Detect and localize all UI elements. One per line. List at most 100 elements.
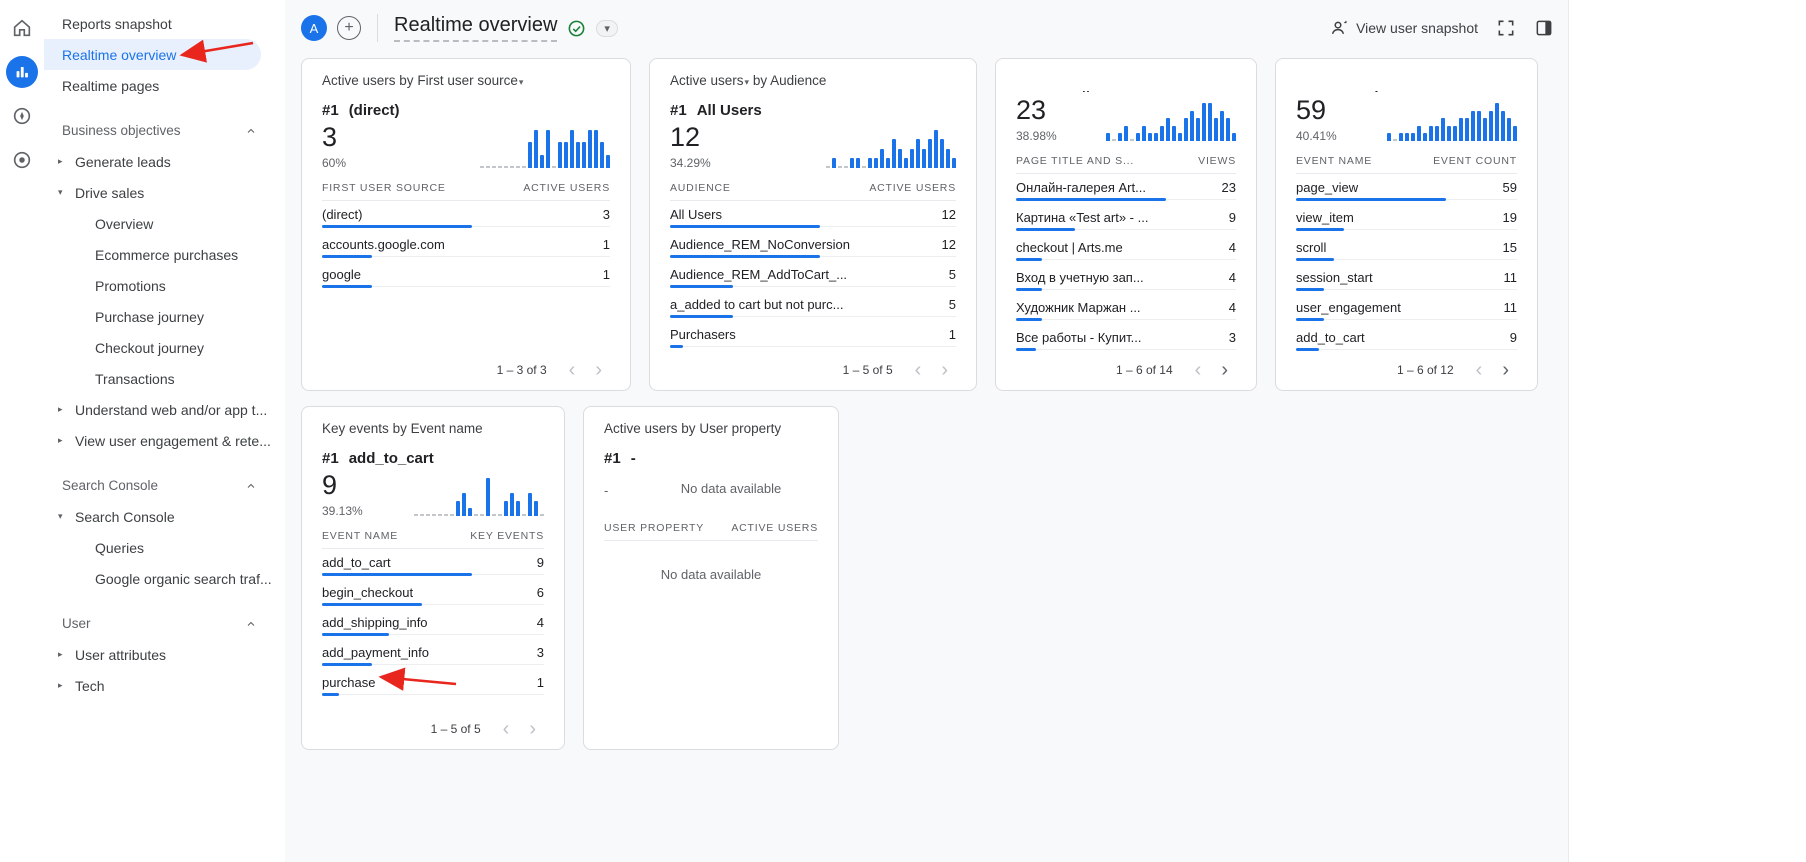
- table-row[interactable]: All Users12: [670, 201, 956, 231]
- table-row[interactable]: google1: [322, 261, 610, 291]
- table-row[interactable]: view_item19: [1296, 204, 1517, 234]
- table-row[interactable]: begin_checkout6: [322, 579, 544, 609]
- metric-link[interactable]: Active users: [604, 421, 678, 436]
- sidebar-item-transactions[interactable]: Transactions: [44, 363, 285, 394]
- prev-page-icon[interactable]: ‹: [561, 360, 584, 380]
- chevron-up-icon[interactable]: [245, 125, 257, 137]
- metric-link[interactable]: Active users: [322, 73, 396, 88]
- rank-label: #1: [1296, 89, 1313, 92]
- app-icon-rail: [0, 0, 44, 862]
- table-row[interactable]: Все работы - Купит...3: [1016, 324, 1236, 354]
- sparkline-chart: [388, 130, 610, 168]
- prev-page-icon[interactable]: ‹: [495, 719, 518, 739]
- table-row[interactable]: (direct)3: [322, 201, 610, 231]
- metric-link[interactable]: Active users: [670, 73, 744, 88]
- table-row-purchase[interactable]: purchase1: [322, 669, 544, 699]
- dimension-link[interactable]: Page title and screen name: [1074, 73, 1236, 75]
- chevron-up-icon[interactable]: [245, 618, 257, 630]
- table-header: EVENT NAMEEVENT COUNT: [1296, 143, 1517, 174]
- sidebar-item-user-engagement-retention[interactable]: ▸View user engagement & rete...: [44, 425, 285, 456]
- rank-label: #1: [1016, 89, 1033, 92]
- dimension-link[interactable]: Event name: [411, 421, 483, 436]
- metric-link[interactable]: Event count: [1296, 73, 1367, 75]
- dimension-link[interactable]: User property: [699, 421, 781, 436]
- explore-icon[interactable]: [6, 100, 38, 132]
- next-page-icon[interactable]: ›: [521, 719, 544, 739]
- table-row[interactable]: Художник Маржан ...4: [1016, 294, 1236, 324]
- dimension-link[interactable]: Audience: [770, 73, 826, 88]
- chevron-down-icon[interactable]: ▾: [519, 77, 524, 87]
- sidebar-item-checkout-journey[interactable]: Checkout journey: [44, 332, 285, 363]
- sidebar-item-realtime-pages[interactable]: Realtime pages: [44, 70, 285, 101]
- add-comparison-button[interactable]: +: [337, 16, 361, 40]
- chevron-down-icon[interactable]: ▾: [596, 20, 618, 37]
- table-row[interactable]: session_start11: [1296, 264, 1517, 294]
- fullscreen-icon[interactable]: [1496, 18, 1516, 38]
- section-label: User: [62, 616, 91, 631]
- sidebar-item-search-console[interactable]: ▾Search Console: [44, 501, 285, 532]
- table-row[interactable]: Purchasers1: [670, 321, 956, 351]
- sidebar-item-user-attributes[interactable]: ▸User attributes: [44, 639, 285, 670]
- sidebar-item-google-organic-search[interactable]: Google organic search traf...: [44, 563, 285, 594]
- chevron-right-icon: ▸: [58, 156, 75, 167]
- by-label: by: [681, 421, 695, 436]
- advertising-icon[interactable]: [6, 144, 38, 176]
- avatar[interactable]: A: [301, 15, 327, 41]
- sidebar-item-realtime-overview[interactable]: Realtime overview: [44, 39, 261, 70]
- table-row[interactable]: add_to_cart9: [322, 549, 544, 579]
- prev-page-icon[interactable]: ‹: [1468, 360, 1491, 380]
- prev-page-icon[interactable]: ‹: [907, 360, 930, 380]
- metric-link[interactable]: Key events: [322, 421, 389, 436]
- sidebar-item-reports-snapshot[interactable]: Reports snapshot: [44, 8, 285, 39]
- table-row[interactable]: user_engagement11: [1296, 294, 1517, 324]
- table-row[interactable]: Онлайн-галерея Art...23: [1016, 174, 1236, 204]
- reports-icon[interactable]: [6, 56, 38, 88]
- table-row[interactable]: page_view59: [1296, 174, 1517, 204]
- sidebar-item-drive-sales[interactable]: ▾Drive sales: [44, 177, 285, 208]
- sidebar-item-promotions[interactable]: Promotions: [44, 270, 285, 301]
- sidebar-item-understand-web-app[interactable]: ▸Understand web and/or app t...: [44, 394, 285, 425]
- table-row[interactable]: a_added to cart but not purc...5: [670, 291, 956, 321]
- dimension-link[interactable]: Event name: [1389, 73, 1461, 75]
- by-label: by: [399, 73, 413, 88]
- table-row[interactable]: add_shipping_info4: [322, 609, 544, 639]
- next-page-icon[interactable]: ›: [1494, 360, 1517, 380]
- pagination: 1 – 3 of 3‹›: [322, 354, 610, 380]
- next-page-icon[interactable]: ›: [933, 360, 956, 380]
- sidebar-item-overview[interactable]: Overview: [44, 208, 285, 239]
- sidebar-section-search-console[interactable]: Search Console: [44, 470, 285, 501]
- home-icon[interactable]: [6, 12, 38, 44]
- table-row[interactable]: checkout | Arts.me4: [1016, 234, 1236, 264]
- next-page-icon[interactable]: ›: [587, 360, 610, 380]
- table-row[interactable]: add_to_cart9: [1296, 324, 1517, 354]
- next-page-icon[interactable]: ›: [1213, 360, 1236, 380]
- metric-link[interactable]: Views: [1016, 73, 1052, 75]
- table-row[interactable]: Картина «Test art» - ...9: [1016, 204, 1236, 234]
- chevron-up-icon[interactable]: [245, 480, 257, 492]
- cards-area: Active users by First user source▾ #1(di…: [285, 56, 1568, 765]
- row-bar: [322, 663, 372, 666]
- table-row[interactable]: add_payment_info3: [322, 639, 544, 669]
- row-bar: [1296, 258, 1334, 261]
- sidebar-item-tech[interactable]: ▸Tech: [44, 670, 285, 701]
- dimension-link[interactable]: First user source: [417, 73, 518, 88]
- table-header: AUDIENCEACTIVE USERS: [670, 170, 956, 201]
- top-rank-row: #1All Users: [670, 102, 956, 119]
- view-user-snapshot-button[interactable]: View user snapshot: [1328, 18, 1478, 38]
- sidebar-item-ecommerce-purchases[interactable]: Ecommerce purchases: [44, 239, 285, 270]
- table-row[interactable]: scroll15: [1296, 234, 1517, 264]
- prev-page-icon[interactable]: ‹: [1187, 360, 1210, 380]
- by-label: by: [753, 73, 767, 88]
- insights-panel-icon[interactable]: [1534, 18, 1554, 38]
- sidebar-section-business-objectives[interactable]: Business objectives: [44, 115, 285, 146]
- sidebar-item-queries[interactable]: Queries: [44, 532, 285, 563]
- sidebar-item-generate-leads[interactable]: ▸Generate leads: [44, 146, 285, 177]
- table-row[interactable]: accounts.google.com1: [322, 231, 610, 261]
- table-row[interactable]: Вход в учетную зап...4: [1016, 264, 1236, 294]
- table-row[interactable]: Audience_REM_NoConversion12: [670, 231, 956, 261]
- chevron-down-icon[interactable]: ▾: [745, 77, 750, 87]
- sidebar-section-user[interactable]: User: [44, 608, 285, 639]
- sidebar-item-purchase-journey[interactable]: Purchase journey: [44, 301, 285, 332]
- row-bar: [1296, 228, 1344, 231]
- table-row[interactable]: Audience_REM_AddToCart_...5: [670, 261, 956, 291]
